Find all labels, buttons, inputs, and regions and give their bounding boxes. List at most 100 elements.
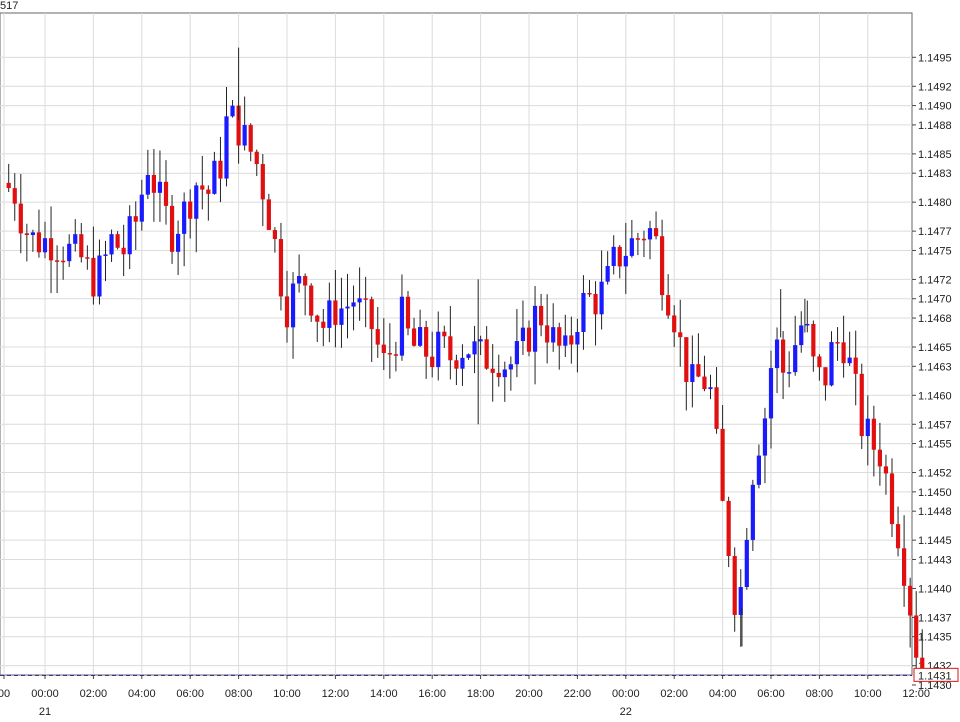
- candle-body-down: [272, 230, 277, 240]
- y-tick-label: 1.1437: [918, 612, 952, 624]
- y-tick-label: 1.1435: [918, 632, 952, 644]
- candle-body-down: [545, 325, 550, 343]
- x-tick-label: 20:00: [515, 688, 543, 700]
- candle-body-up: [466, 354, 471, 358]
- candle-body-down: [442, 331, 447, 337]
- current-price-label: 1.1431: [918, 670, 952, 682]
- candle-body-up: [690, 364, 695, 382]
- candle-body-up: [30, 232, 35, 236]
- candle-body-up: [756, 455, 761, 485]
- candle-body-up: [514, 341, 519, 365]
- x-tick-label: 22:00: [564, 688, 592, 700]
- x-tick-label: 08:00: [806, 688, 834, 700]
- candle-body-down: [811, 323, 816, 357]
- y-tick-label: 1.1460: [918, 390, 952, 402]
- candle-body-down: [133, 216, 138, 222]
- candlestick-chart[interactable]: 1.1495 1.1492 1.1490 1.1488 1.1485 1.1483 1.14…: [0, 0, 960, 722]
- x-tick-label: 00: [0, 688, 10, 700]
- candle-body-up: [339, 308, 344, 325]
- candle-body-up: [768, 368, 774, 419]
- candle-body-down: [853, 357, 858, 374]
- candle-body-up: [182, 201, 187, 234]
- candle-body-up: [127, 216, 132, 255]
- candle-body-down: [169, 205, 175, 252]
- y-tick-label: 1.1440: [918, 583, 952, 595]
- candle-body-down: [526, 327, 532, 352]
- candle-body-down: [726, 500, 731, 557]
- x-axis: 00 00:00 02:00 04:00 06:00 08:00 10:00 12:00 14:…: [0, 675, 930, 718]
- candle-body-down: [539, 305, 544, 326]
- candle-body-up: [563, 335, 568, 346]
- candle-body-down: [115, 234, 120, 248]
- x-tick-label: 18:00: [467, 688, 495, 700]
- candle-body-down: [55, 260, 60, 262]
- candle-body-up: [230, 105, 235, 117]
- candle-body-up: [351, 302, 356, 307]
- candle-body-down: [79, 234, 84, 258]
- y-tick-label: 1.1455: [918, 439, 952, 451]
- candle-body-up: [418, 327, 423, 346]
- x-tick-label: 12:00: [322, 688, 350, 700]
- candle-body-up: [139, 194, 144, 222]
- candle-body-down: [732, 556, 737, 615]
- candle-body-down: [484, 339, 489, 369]
- candle-body-up: [399, 296, 405, 356]
- candle-body-down: [696, 364, 701, 377]
- candle-body-up: [508, 364, 513, 370]
- candle-body-down: [871, 418, 876, 450]
- candle-body-down: [303, 276, 308, 286]
- candle-body-up: [73, 234, 78, 244]
- candle-body-down: [200, 185, 205, 190]
- candle-body-down: [121, 247, 126, 255]
- candle-body-down: [284, 296, 290, 328]
- candle-body-down: [321, 321, 326, 328]
- candle-body-up: [297, 276, 302, 284]
- candle-body-down: [895, 524, 901, 549]
- x-tick-label: 04:00: [128, 688, 156, 700]
- candle-body-up: [357, 298, 362, 303]
- y-tick-label: 1.1480: [918, 197, 952, 209]
- candle-body-down: [188, 201, 193, 219]
- x-tick-label: 06:00: [757, 688, 785, 700]
- candle-body-down: [593, 293, 598, 315]
- y-tick-label: 1.1468: [918, 313, 952, 325]
- candle-body-down: [218, 160, 223, 179]
- x-tick-label: 12:00: [902, 688, 930, 700]
- candle-body-down: [260, 164, 265, 200]
- candle-body-down: [254, 151, 259, 165]
- candle-body-up: [865, 418, 870, 437]
- candle-body-down: [817, 356, 822, 368]
- y-tick-label: 1.1475: [918, 245, 952, 257]
- x-tick-label: 00:00: [31, 688, 59, 700]
- candle-body-up: [42, 238, 48, 253]
- candle-body-down: [569, 335, 574, 345]
- candle-body-down: [914, 615, 919, 658]
- candle-body-down: [411, 328, 417, 346]
- candle-body-up: [478, 339, 483, 342]
- candle-body-down: [672, 315, 677, 333]
- y-axis: 1.1495 1.1492 1.1490 1.1488 1.1485 1.1483 1.14…: [912, 52, 952, 692]
- candle-body-down: [266, 199, 271, 231]
- candle-body-down: [877, 449, 882, 467]
- y-tick-label: 1.1463: [918, 361, 952, 373]
- candle-body-up: [805, 323, 810, 326]
- candle-body-up: [327, 300, 332, 328]
- y-tick-label: 1.1472: [918, 274, 952, 286]
- candle-body-up: [575, 331, 580, 345]
- y-tick-label: 1.1492: [918, 81, 952, 93]
- y-tick-label: 1.1450: [918, 487, 952, 499]
- y-tick-label: 1.1488: [918, 120, 952, 132]
- candle-body-up: [67, 243, 72, 262]
- candle-body-up: [708, 387, 713, 390]
- candle-body-up: [290, 283, 296, 328]
- candle-body-down: [315, 315, 320, 322]
- candle-body-up: [829, 342, 834, 386]
- candle-body-up: [744, 539, 749, 588]
- candle-body-down: [91, 257, 96, 297]
- candle-body-down: [24, 233, 29, 236]
- y-tick-label: 1.1477: [918, 226, 952, 238]
- x-tick-label: 16:00: [418, 688, 446, 700]
- candle-body-up: [551, 327, 556, 343]
- y-tick-label: 1.1465: [918, 342, 952, 354]
- x-tick-label: 10:00: [854, 688, 882, 700]
